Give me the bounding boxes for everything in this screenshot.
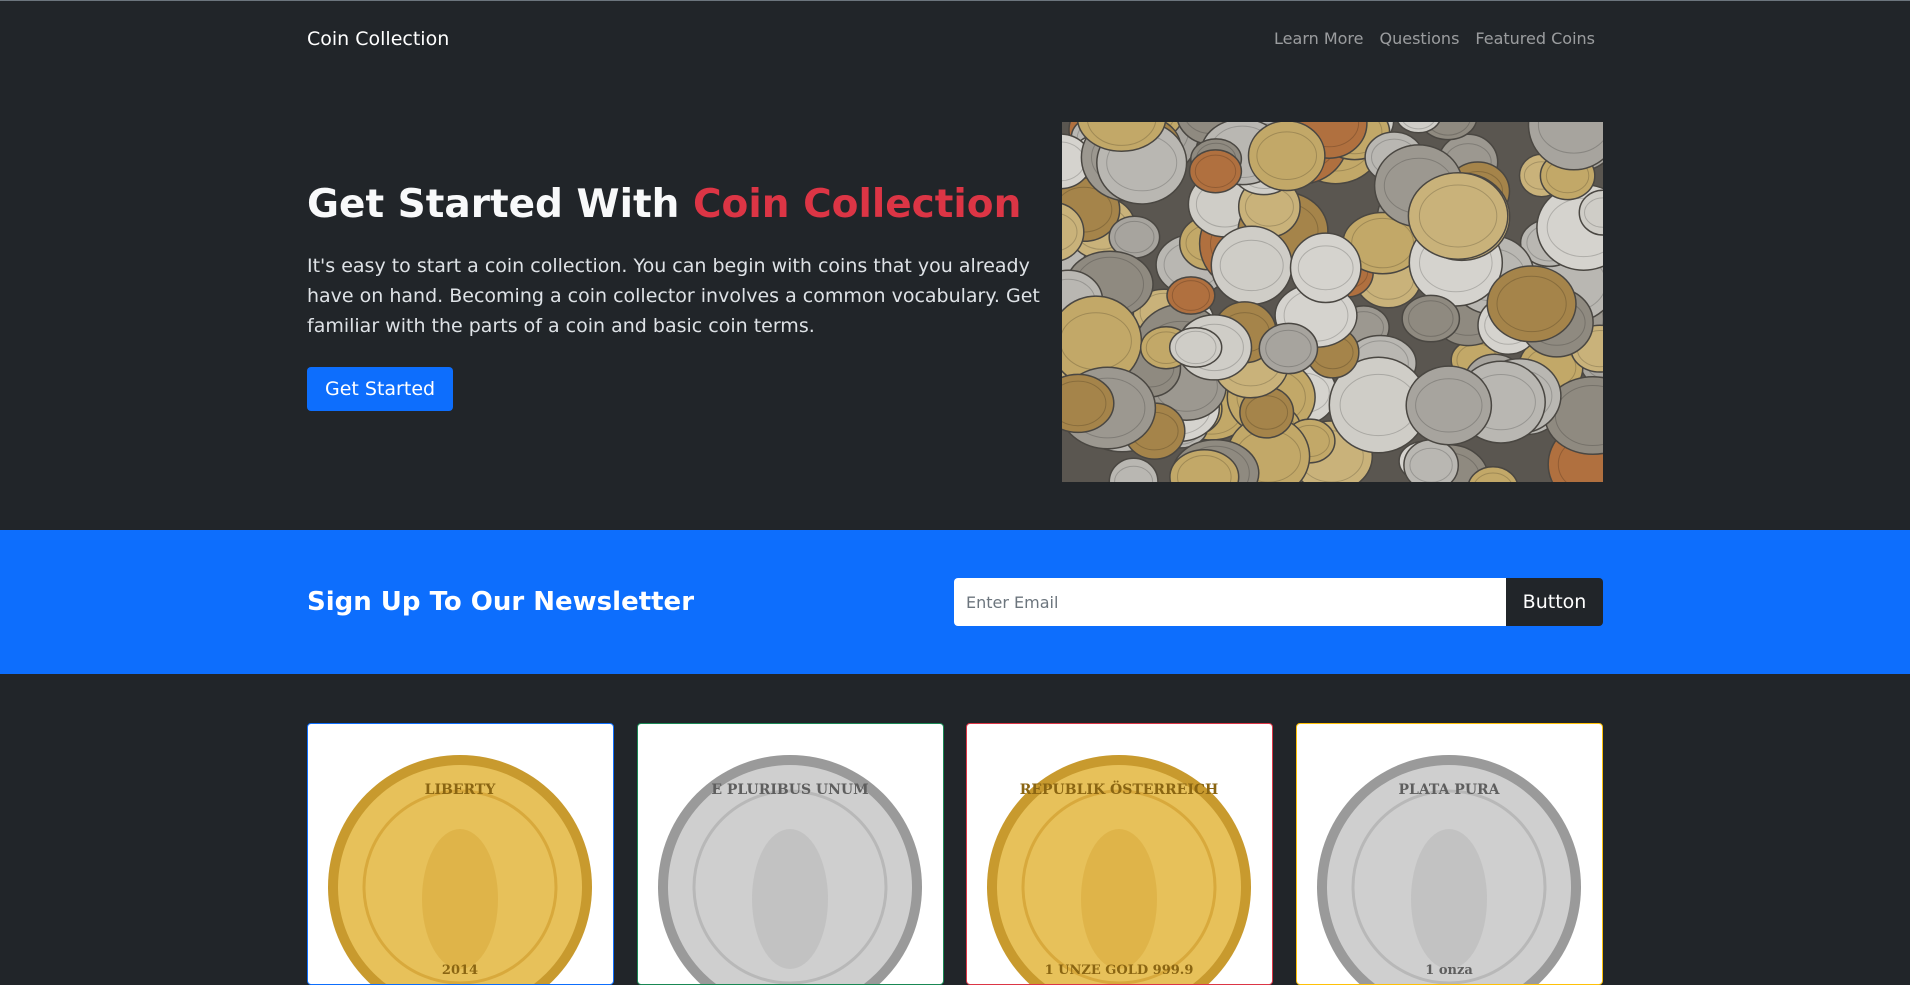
morgan-dollar-coin-card[interactable]: E PLURIBUS UNUM xyxy=(636,723,944,985)
newsletter-title: Sign Up To Our Newsletter xyxy=(307,587,695,617)
hero-title-plain: Get Started With xyxy=(307,182,693,227)
get-started-button[interactable]: Get Started xyxy=(307,366,454,411)
nav-link-questions[interactable]: Questions xyxy=(1380,29,1460,48)
newsletter-submit-button[interactable]: Button xyxy=(1506,578,1603,626)
coin-shape xyxy=(1408,172,1509,260)
coin-shape xyxy=(1403,438,1460,482)
email-input[interactable] xyxy=(954,578,1506,626)
nav-link-learn-more[interactable]: Learn More xyxy=(1274,29,1363,48)
coins-pile-graphic xyxy=(1062,122,1603,482)
coin-inscription-bottom: 1 UNZE GOLD 999.9 xyxy=(1045,963,1194,978)
libertad-coin-card[interactable]: PLATA PURA 1 onza xyxy=(1295,723,1603,985)
nav-link-featured-coins[interactable]: Featured Coins xyxy=(1475,29,1595,48)
coin-shape xyxy=(1405,365,1493,446)
brand-link[interactable]: Coin Collection xyxy=(307,28,449,50)
coin-shape xyxy=(1189,149,1243,194)
coin-inscription-bottom: 2014 xyxy=(442,963,478,978)
nav-links: Learn More Questions Featured Coins xyxy=(1274,29,1595,48)
coin-image: LIBERTY 2014 xyxy=(328,755,592,984)
newsletter-section: Sign Up To Our Newsletter Button xyxy=(0,530,1910,674)
hero-title: Get Started With Coin Collection xyxy=(307,182,1062,229)
coin-shape xyxy=(1210,225,1294,306)
coin-figure xyxy=(1410,829,1487,969)
coin-image: E PLURIBUS UNUM xyxy=(657,755,922,984)
hero-title-accent: Coin Collection xyxy=(692,182,1022,227)
coin-figure xyxy=(422,829,498,969)
coin-inscription-top: LIBERTY xyxy=(425,782,497,798)
coin-shape xyxy=(1486,265,1578,343)
coin-figure xyxy=(751,829,828,969)
coin-image: REPUBLIK ÖSTERREICH 1 UNZE GOLD 999.9 xyxy=(987,755,1252,984)
featured-coins-section: LIBERTY 2014 E PLURIBUS UNUM REPUBLIK ÖSTER… xyxy=(0,674,1910,985)
coin-shape xyxy=(1401,294,1461,343)
coin-inscription-top: PLATA PURA xyxy=(1398,782,1500,798)
coin-inscription-top: E PLURIBUS UNUM xyxy=(711,782,868,798)
coin-shape xyxy=(1290,232,1363,304)
coin-shape xyxy=(1169,326,1223,368)
hero-section: Get Started With Coin Collection It's ea… xyxy=(0,76,1910,530)
hero-text: Get Started With Coin Collection It's ea… xyxy=(307,76,1062,482)
newsletter-form: Button xyxy=(954,578,1603,626)
navbar: Coin Collection Learn More Questions Fea… xyxy=(0,1,1910,76)
coin-shape xyxy=(1258,322,1319,375)
coin-image: PLATA PURA 1 onza xyxy=(1317,755,1581,984)
coin-inscription-top: REPUBLIK ÖSTERREICH xyxy=(1020,779,1219,798)
coin-figure xyxy=(1081,829,1158,969)
philharmonic-coin-card[interactable]: REPUBLIK ÖSTERREICH 1 UNZE GOLD 999.9 xyxy=(966,723,1274,985)
coin-shape xyxy=(1166,276,1216,315)
coin-inscription-bottom: 1 onza xyxy=(1425,963,1473,978)
hero-description: It's easy to start a coin collection. Yo… xyxy=(307,254,1040,337)
coins-pile-image xyxy=(1062,122,1603,482)
american-eagle-coin-card[interactable]: LIBERTY 2014 xyxy=(307,723,614,985)
